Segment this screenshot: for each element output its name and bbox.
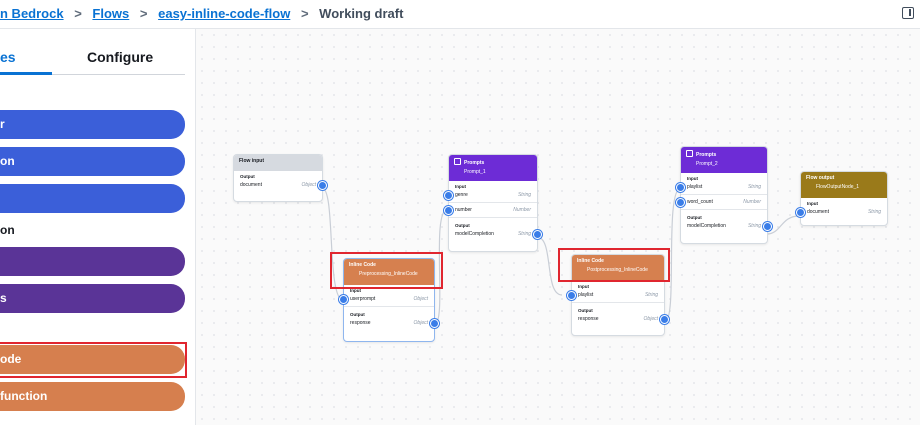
port-name: playlist: [578, 292, 594, 298]
port-type: Object: [413, 320, 428, 326]
node-title: Flow input: [239, 158, 264, 164]
input-port[interactable]: [444, 191, 453, 200]
section-label-output: Output: [240, 174, 255, 179]
section-label-output: Output: [455, 223, 470, 228]
top-bar: n Bedrock > Flows > easy-inline-code-flo…: [0, 0, 920, 29]
port-type: String: [517, 192, 531, 198]
port-name: modelCompletion: [687, 223, 726, 229]
prompt-icon: [686, 150, 693, 157]
section-label-output: Output: [578, 308, 593, 313]
port-name: response: [350, 320, 371, 326]
palette-node-purple-2[interactable]: s: [0, 284, 185, 313]
breadcrumb-separator: >: [74, 6, 82, 21]
output-port[interactable]: [763, 222, 772, 231]
breadcrumb-separator: >: [139, 6, 148, 21]
node-subtitle: Prompt_1: [464, 169, 486, 175]
node-port-row: response Object: [572, 314, 669, 324]
prompt-icon: [454, 158, 461, 165]
palette-node-purple-1[interactable]: [0, 247, 185, 276]
palette-node-blue-1[interactable]: r: [0, 110, 185, 139]
node-port-row: modelCompletion String: [681, 221, 772, 231]
port-name: modelCompletion: [455, 231, 494, 237]
node-port-row: playlist String: [567, 290, 664, 300]
port-name: number: [455, 207, 472, 213]
palette-node-lambda-function[interactable]: function: [0, 382, 185, 411]
input-port[interactable]: [796, 208, 805, 217]
prompt-node-2[interactable]: Prompts Prompt_2 Input playlist String w…: [676, 146, 772, 244]
input-port[interactable]: [567, 291, 576, 300]
input-port[interactable]: [676, 183, 685, 192]
section-label-input: Input: [687, 176, 698, 181]
highlight-box-code2: [558, 248, 670, 282]
node-port-row: word_count Number: [676, 197, 767, 207]
node-title: Prompts: [464, 160, 485, 166]
port-type: Object: [301, 182, 316, 188]
prompt-node-1[interactable]: Prompts Prompt_1 Input genre String numb…: [444, 154, 542, 252]
tab-nodes[interactable]: es: [0, 49, 16, 65]
port-name: response: [578, 316, 599, 322]
node-title: Prompts: [696, 152, 717, 158]
node-subtitle: Prompt_2: [696, 161, 718, 167]
connection-lines: [321, 187, 800, 326]
breadcrumb-link-bedrock[interactable]: n Bedrock: [0, 6, 64, 21]
input-port[interactable]: [676, 198, 685, 207]
port-type: String: [747, 184, 761, 190]
port-name: word_count: [687, 199, 713, 205]
port-name: genre: [455, 192, 468, 198]
input-port[interactable]: [444, 206, 453, 215]
port-type: String: [747, 223, 761, 229]
port-type: String: [517, 231, 531, 237]
port-type: Object: [413, 296, 428, 302]
node-port-row: playlist String: [676, 182, 767, 192]
active-tab-indicator: [0, 72, 52, 75]
node-subtitle: FlowOutputNode_1: [816, 184, 860, 190]
output-port[interactable]: [660, 315, 669, 324]
highlight-box-palette-inline-code: [0, 342, 187, 378]
port-type: String: [644, 292, 658, 298]
port-name: document: [807, 209, 829, 215]
input-port[interactable]: [339, 295, 348, 304]
section-label-input: Input: [578, 284, 589, 289]
node-title: Flow output: [806, 175, 835, 181]
node-port-row: genre String: [444, 190, 537, 200]
port-name: document: [240, 182, 262, 188]
port-type: String: [867, 209, 881, 215]
tab-configure[interactable]: Configure: [87, 49, 153, 65]
palette-node-blue-3[interactable]: [0, 184, 185, 213]
section-label-output: Output: [687, 215, 702, 220]
breadcrumb-current: Working draft: [319, 6, 404, 21]
highlight-box-code1: [330, 252, 443, 289]
group-label-orchestration: on: [0, 223, 15, 237]
section-label-input: Input: [807, 201, 818, 206]
port-name: playlist: [687, 184, 703, 190]
node-port-row: number Number: [444, 205, 537, 215]
node-palette-panel: es Configure r on on s ode function: [0, 29, 196, 425]
section-label-input: Input: [455, 184, 466, 189]
node-port-row: document String: [796, 207, 887, 217]
port-type: Number: [743, 199, 761, 205]
node-port-row: userprompt Object: [339, 294, 434, 304]
breadcrumb: n Bedrock > Flows > easy-inline-code-flo…: [0, 6, 403, 21]
port-name: userprompt: [350, 296, 376, 302]
node-port-row: document Object: [234, 180, 327, 190]
port-type: Number: [513, 207, 531, 213]
port-type: Object: [643, 316, 658, 322]
node-port-row: response Object: [344, 318, 439, 328]
flow-output-node[interactable]: Flow output FlowOutputNode_1 Input docum…: [796, 171, 888, 226]
section-label-output: Output: [350, 312, 365, 317]
output-port[interactable]: [533, 230, 542, 239]
output-port[interactable]: [430, 319, 439, 328]
panel-toggle-icon[interactable]: [902, 7, 914, 19]
breadcrumb-separator: >: [300, 6, 309, 21]
node-port-row: modelCompletion String: [449, 229, 542, 239]
flow-canvas[interactable]: Flow input Output document Object Inline…: [196, 29, 920, 425]
breadcrumb-link-flows[interactable]: Flows: [92, 6, 129, 21]
breadcrumb-link-flow[interactable]: easy-inline-code-flow: [158, 6, 290, 21]
palette-node-blue-2[interactable]: on: [0, 147, 185, 176]
output-port[interactable]: [318, 181, 327, 190]
flow-input-node[interactable]: Flow input Output document Object: [233, 154, 327, 202]
